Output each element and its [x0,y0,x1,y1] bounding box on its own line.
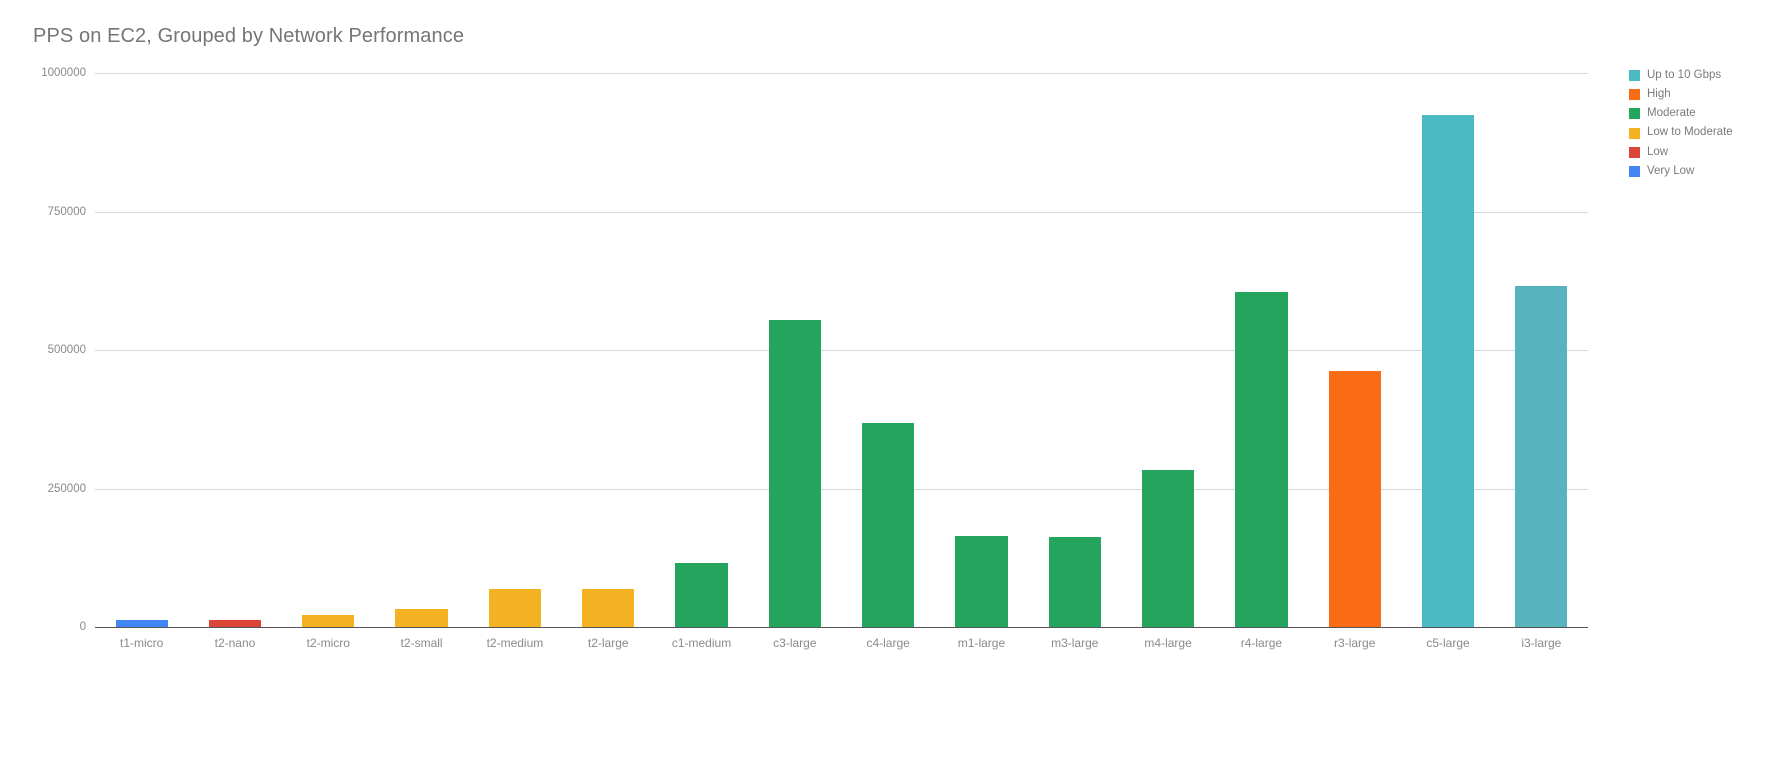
x-axis-tick-label: t2-micro [306,636,350,650]
chart-container: PPS on EC2, Grouped by Network Performan… [0,0,1786,762]
bar-slot [862,73,915,627]
bar-t2-medium[interactable] [488,589,542,627]
legend-label: Up to 10 Gbps [1647,68,1722,81]
y-axis: 1000000 750000 500000 250000 0 [0,0,86,762]
x-axis-tick-label: t2-medium [486,636,544,650]
x-axis-line [95,627,1588,628]
bar-m1-large[interactable] [955,535,1008,627]
bar-i3-large[interactable] [1515,286,1568,627]
bar-slot [1328,73,1381,627]
y-axis-tick-label: 1000000 [41,67,86,79]
y-axis-tick-label: 0 [79,621,86,633]
x-axis-tick-label: m4-large [1144,636,1192,650]
bar-t1-micro[interactable] [115,620,168,627]
legend-swatch-icon [1629,89,1640,101]
bar-slot [1235,73,1288,627]
bar-t2-large[interactable] [582,589,635,627]
x-axis-tick-label: m1-large [957,636,1006,650]
legend-swatch-icon [1629,108,1640,120]
bar-m3-large[interactable] [1048,536,1101,627]
legend-item[interactable]: Low to Moderate [1629,124,1779,143]
legend-item[interactable]: Moderate [1629,104,1779,123]
y-axis-tick-label: 750000 [47,205,86,218]
legend-item[interactable]: Low [1629,143,1779,162]
legend-label: High [1647,88,1671,101]
bar-r4-large[interactable] [1235,291,1288,627]
bar-c5-large[interactable] [1421,114,1475,627]
bar-m4-large[interactable] [1141,470,1195,627]
legend-swatch-icon [1629,70,1640,82]
legend-swatch-icon [1629,146,1640,158]
bar-slot [675,73,728,627]
legend-item[interactable]: Very Low [1629,162,1779,181]
x-axis-tick-label: r4-large [1240,636,1283,650]
x-axis-tick-label: c5-large [1426,636,1470,650]
bar-slot [115,73,168,627]
plot-area [95,73,1588,627]
x-axis-tick-label: t1-micro [119,636,164,650]
bar-t2-micro[interactable] [302,614,355,627]
legend-swatch-icon [1629,166,1640,178]
bar-c1-medium[interactable] [675,563,728,627]
x-axis-tick-label: t2-nano [214,636,256,650]
legend-label: Moderate [1647,107,1696,120]
x-axis-tick-label: r3-large [1334,636,1376,650]
bar-slot [488,73,542,627]
bar-slot [1141,73,1195,627]
bar-slot [302,73,355,627]
bar-slot [1421,73,1475,627]
bar-slot [955,73,1008,627]
y-axis-tick-label: 500000 [47,344,86,356]
legend-swatch-icon [1629,127,1640,139]
chart-title: PPS on EC2, Grouped by Network Performan… [33,25,465,47]
legend-label: Very Low [1647,164,1695,177]
bar-c4-large[interactable] [862,423,915,627]
x-axis-tick-label: c3-large [773,636,817,650]
bar-r3-large[interactable] [1328,371,1381,627]
bar-slot [582,73,635,627]
bar-slot [1515,73,1568,627]
legend-label: Low to Moderate [1647,126,1733,139]
bar-slot [768,73,821,627]
bar-c3-large[interactable] [768,319,821,627]
legend: Up to 10 Gbps High Moderate Low to Moderate… [1629,66,1779,181]
legend-item[interactable]: High [1629,85,1779,104]
x-axis-tick-label: c4-large [866,636,910,650]
y-axis-tick-label: 250000 [47,482,86,495]
bar-slot [395,73,448,627]
bar-t2-small[interactable] [395,608,448,627]
x-axis-tick-label: i3-large [1521,636,1562,650]
x-axis-tick-label: t2-large [587,636,629,650]
bar-slot [1048,73,1101,627]
legend-label: Low [1647,145,1669,158]
x-axis-tick-label: c1-medium [671,636,732,650]
x-axis-tick-label: m3-large [1051,636,1099,650]
legend-item[interactable]: Up to 10 Gbps [1629,66,1779,85]
bar-t2-nano[interactable] [208,619,262,627]
x-axis-tick-label: t2-small [400,636,443,650]
bar-slot [208,73,262,627]
